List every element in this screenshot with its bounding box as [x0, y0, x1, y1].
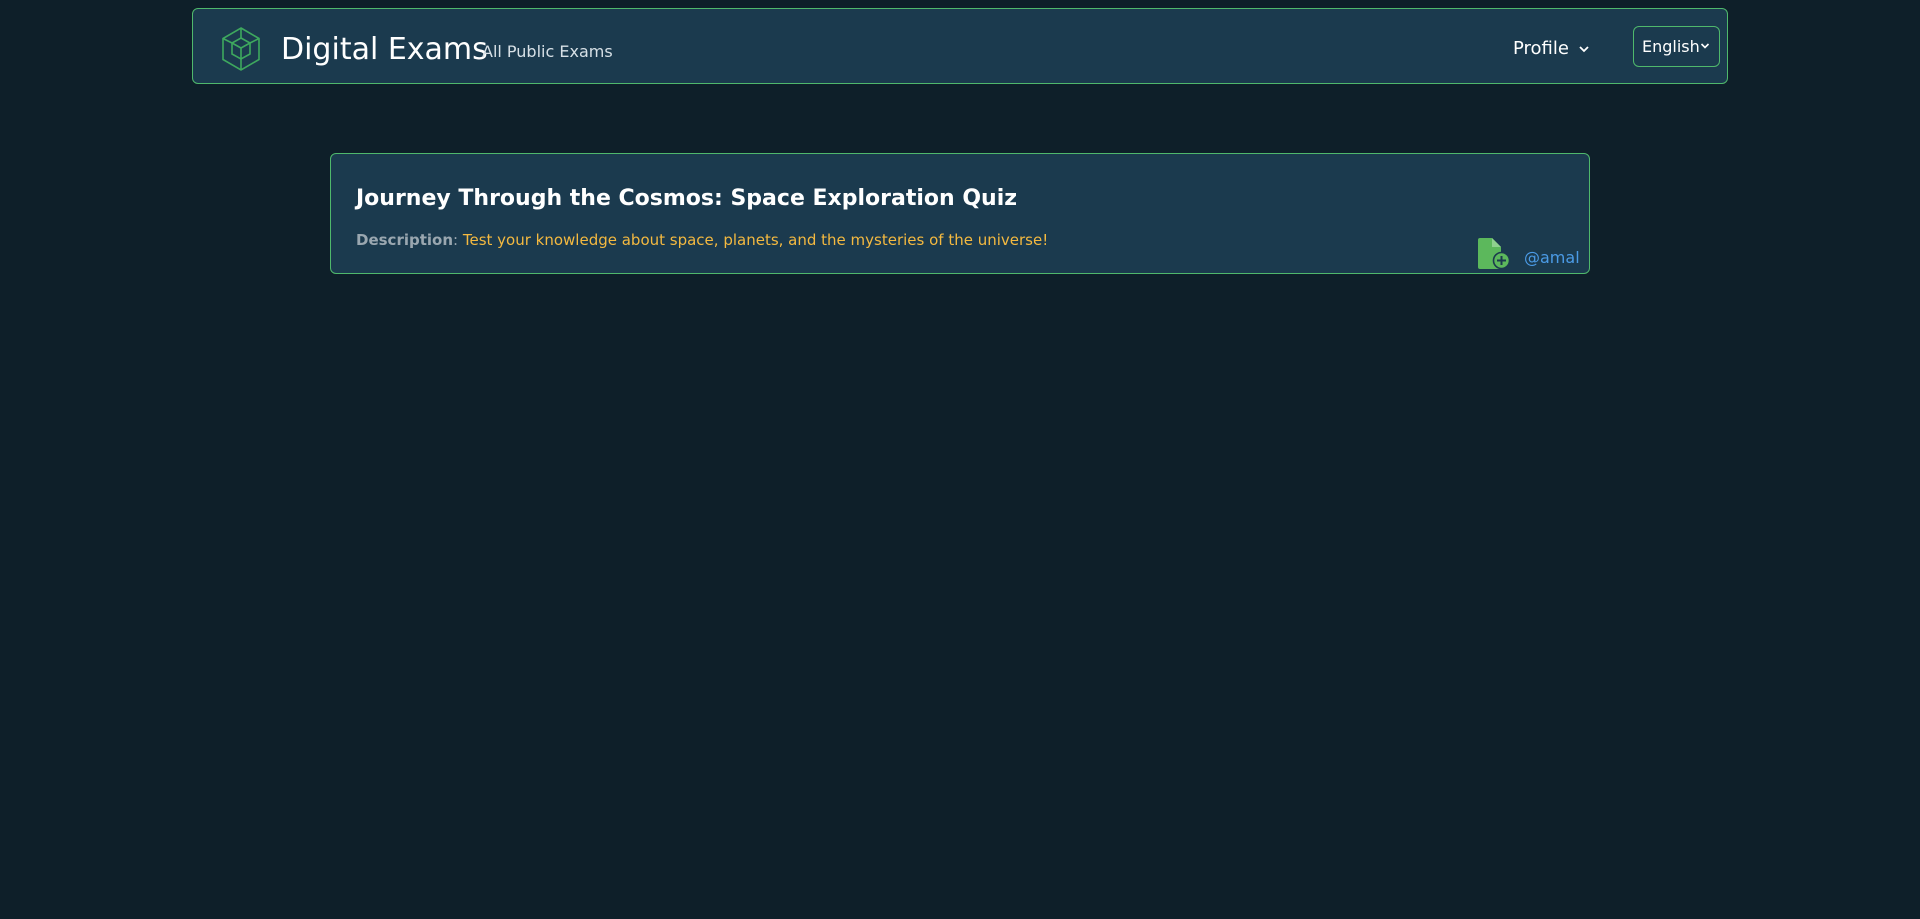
cube-logo-icon[interactable] [220, 26, 262, 72]
description-text: Test your knowledge about space, planets… [462, 231, 1049, 249]
profile-dropdown[interactable]: Profile [1513, 38, 1591, 60]
author-link[interactable]: @amal [1524, 248, 1580, 268]
nav-link-all-public-exams[interactable]: All Public Exams [482, 42, 613, 62]
description-label: Description [356, 231, 454, 249]
exam-card[interactable]: Journey Through the Cosmos: Space Explor… [330, 153, 1590, 274]
language-selected: English [1642, 37, 1700, 56]
language-select[interactable]: English [1633, 26, 1720, 67]
navbar: Digital Exams All Public Exams Profile E… [192, 8, 1728, 84]
chevron-down-icon [1700, 43, 1710, 49]
brand-title[interactable]: Digital Exams [281, 33, 488, 67]
profile-label: Profile [1513, 38, 1569, 59]
file-add-icon[interactable] [1477, 238, 1511, 270]
chevron-down-icon [1579, 46, 1589, 53]
exam-title[interactable]: Journey Through the Cosmos: Space Explor… [356, 185, 1017, 213]
description-separator: : [453, 231, 463, 249]
exam-description: Description: Test your knowledge about s… [356, 231, 1048, 250]
